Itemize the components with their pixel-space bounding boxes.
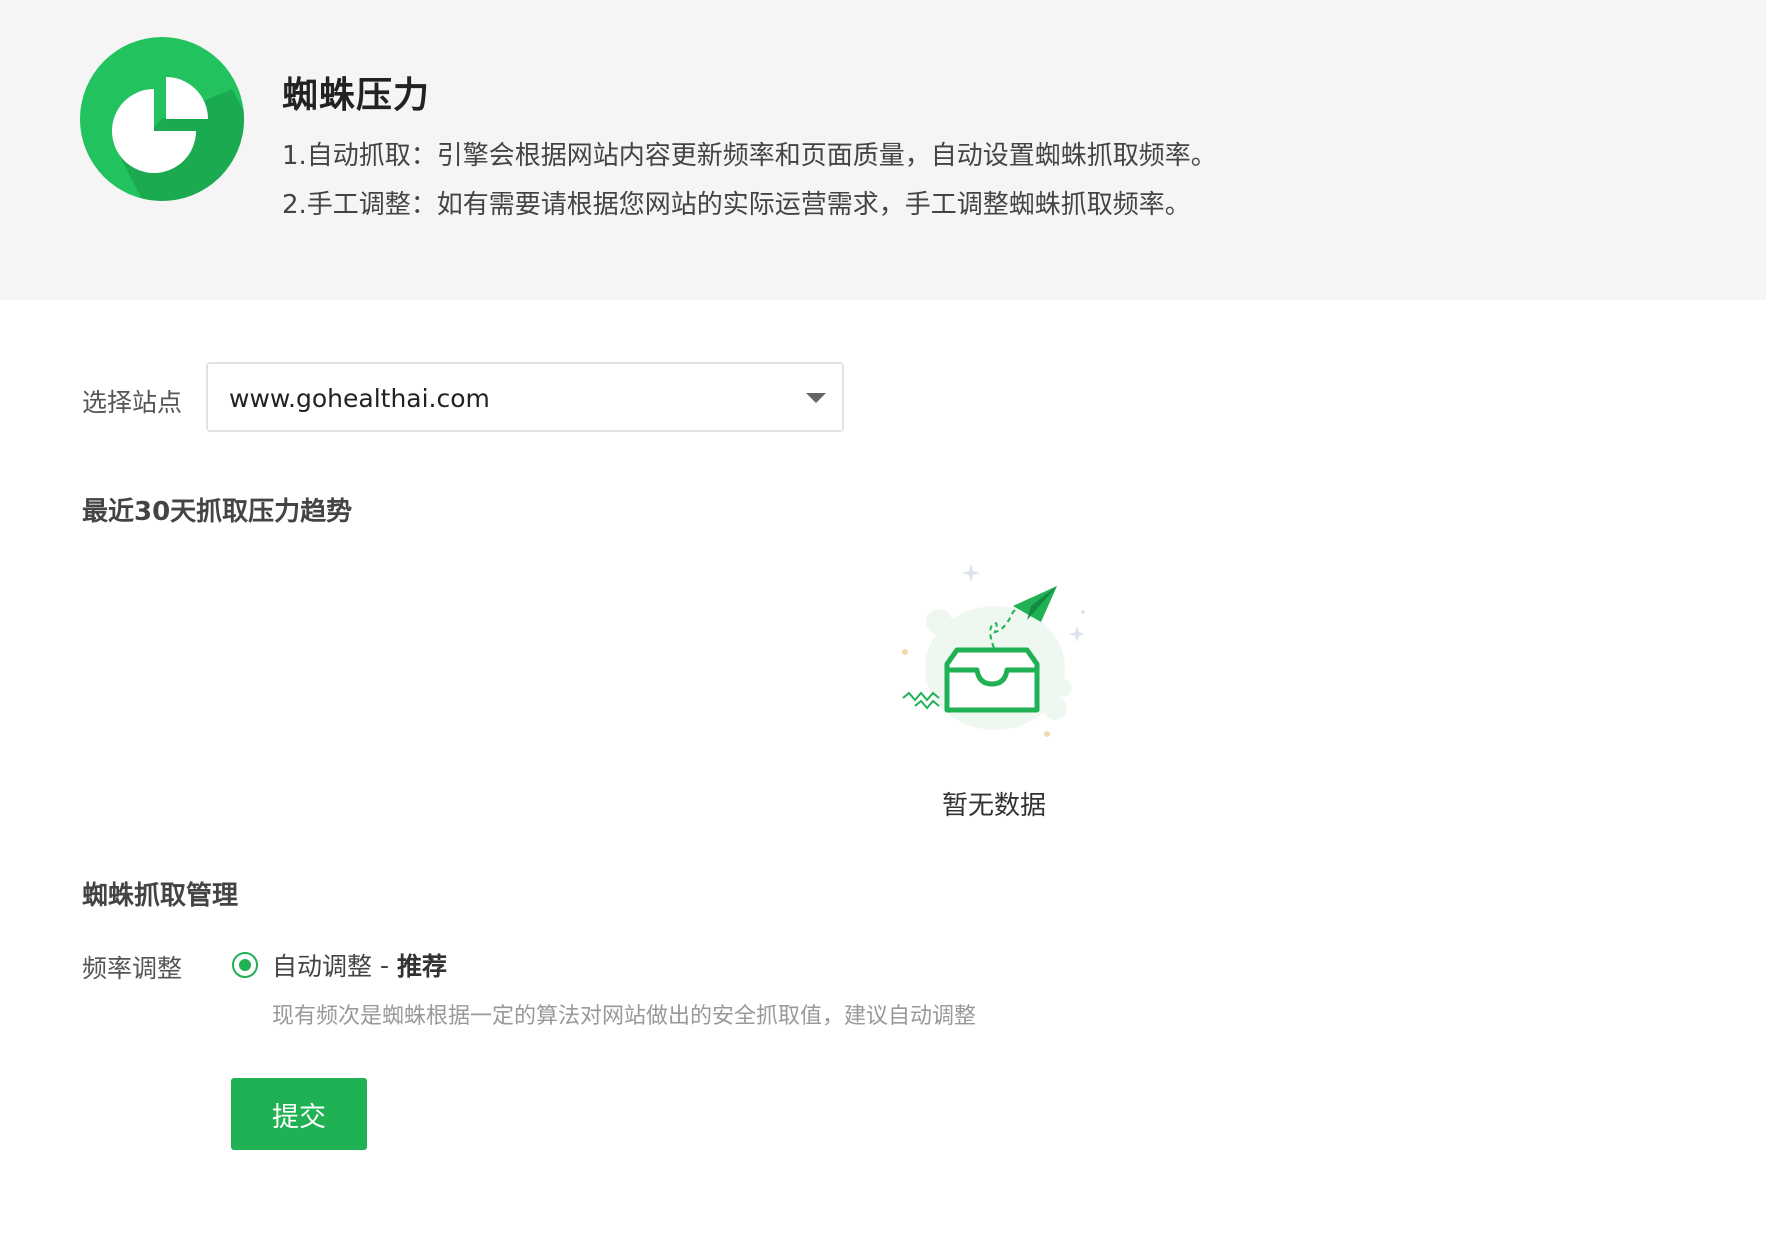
radio-dot xyxy=(239,959,251,971)
page-title: 蜘蛛压力 xyxy=(282,75,431,116)
caret-down-icon xyxy=(806,393,826,403)
option-separator: - xyxy=(380,950,390,980)
auto-adjust-hint: 现有频次是蜘蛛根据一定的算法对网站做出的安全抓取值，建议自动调整 xyxy=(272,1004,977,1029)
header-banner: 蜘蛛压力 1.自动抓取：引擎会根据网站内容更新频率和页面质量，自动设置蜘蛛抓取频… xyxy=(0,0,1766,300)
auto-adjust-label: 自动调整 xyxy=(272,952,373,981)
site-select-label: 选择站点 xyxy=(82,388,183,417)
site-select-value: www.gohealthai.com xyxy=(229,384,490,413)
management-section-title: 蜘蛛抓取管理 xyxy=(82,881,239,911)
submit-button[interactable]: 提交 xyxy=(231,1078,367,1150)
auto-adjust-radio[interactable]: 自动调整 - 推荐 xyxy=(232,947,447,983)
recommended-tag: 推荐 xyxy=(397,952,448,981)
description-auto: 1.自动抓取：引擎会根据网站内容更新频率和页面质量，自动设置蜘蛛抓取频率。 xyxy=(282,141,1217,171)
radio-selected-icon[interactable] xyxy=(232,952,258,978)
pie-chart-icon xyxy=(80,37,244,201)
site-select-dropdown[interactable]: www.gohealthai.com xyxy=(206,362,844,432)
frequency-label: 频率调整 xyxy=(82,954,183,983)
description-manual: 2.手工调整：如有需要请根据您网站的实际运营需求，手工调整蜘蛛抓取频率。 xyxy=(282,190,1191,220)
empty-state-text: 暂无数据 xyxy=(942,791,1047,821)
empty-inbox-icon xyxy=(902,564,1085,737)
trend-section-title: 最近30天抓取压力趋势 xyxy=(82,497,353,527)
